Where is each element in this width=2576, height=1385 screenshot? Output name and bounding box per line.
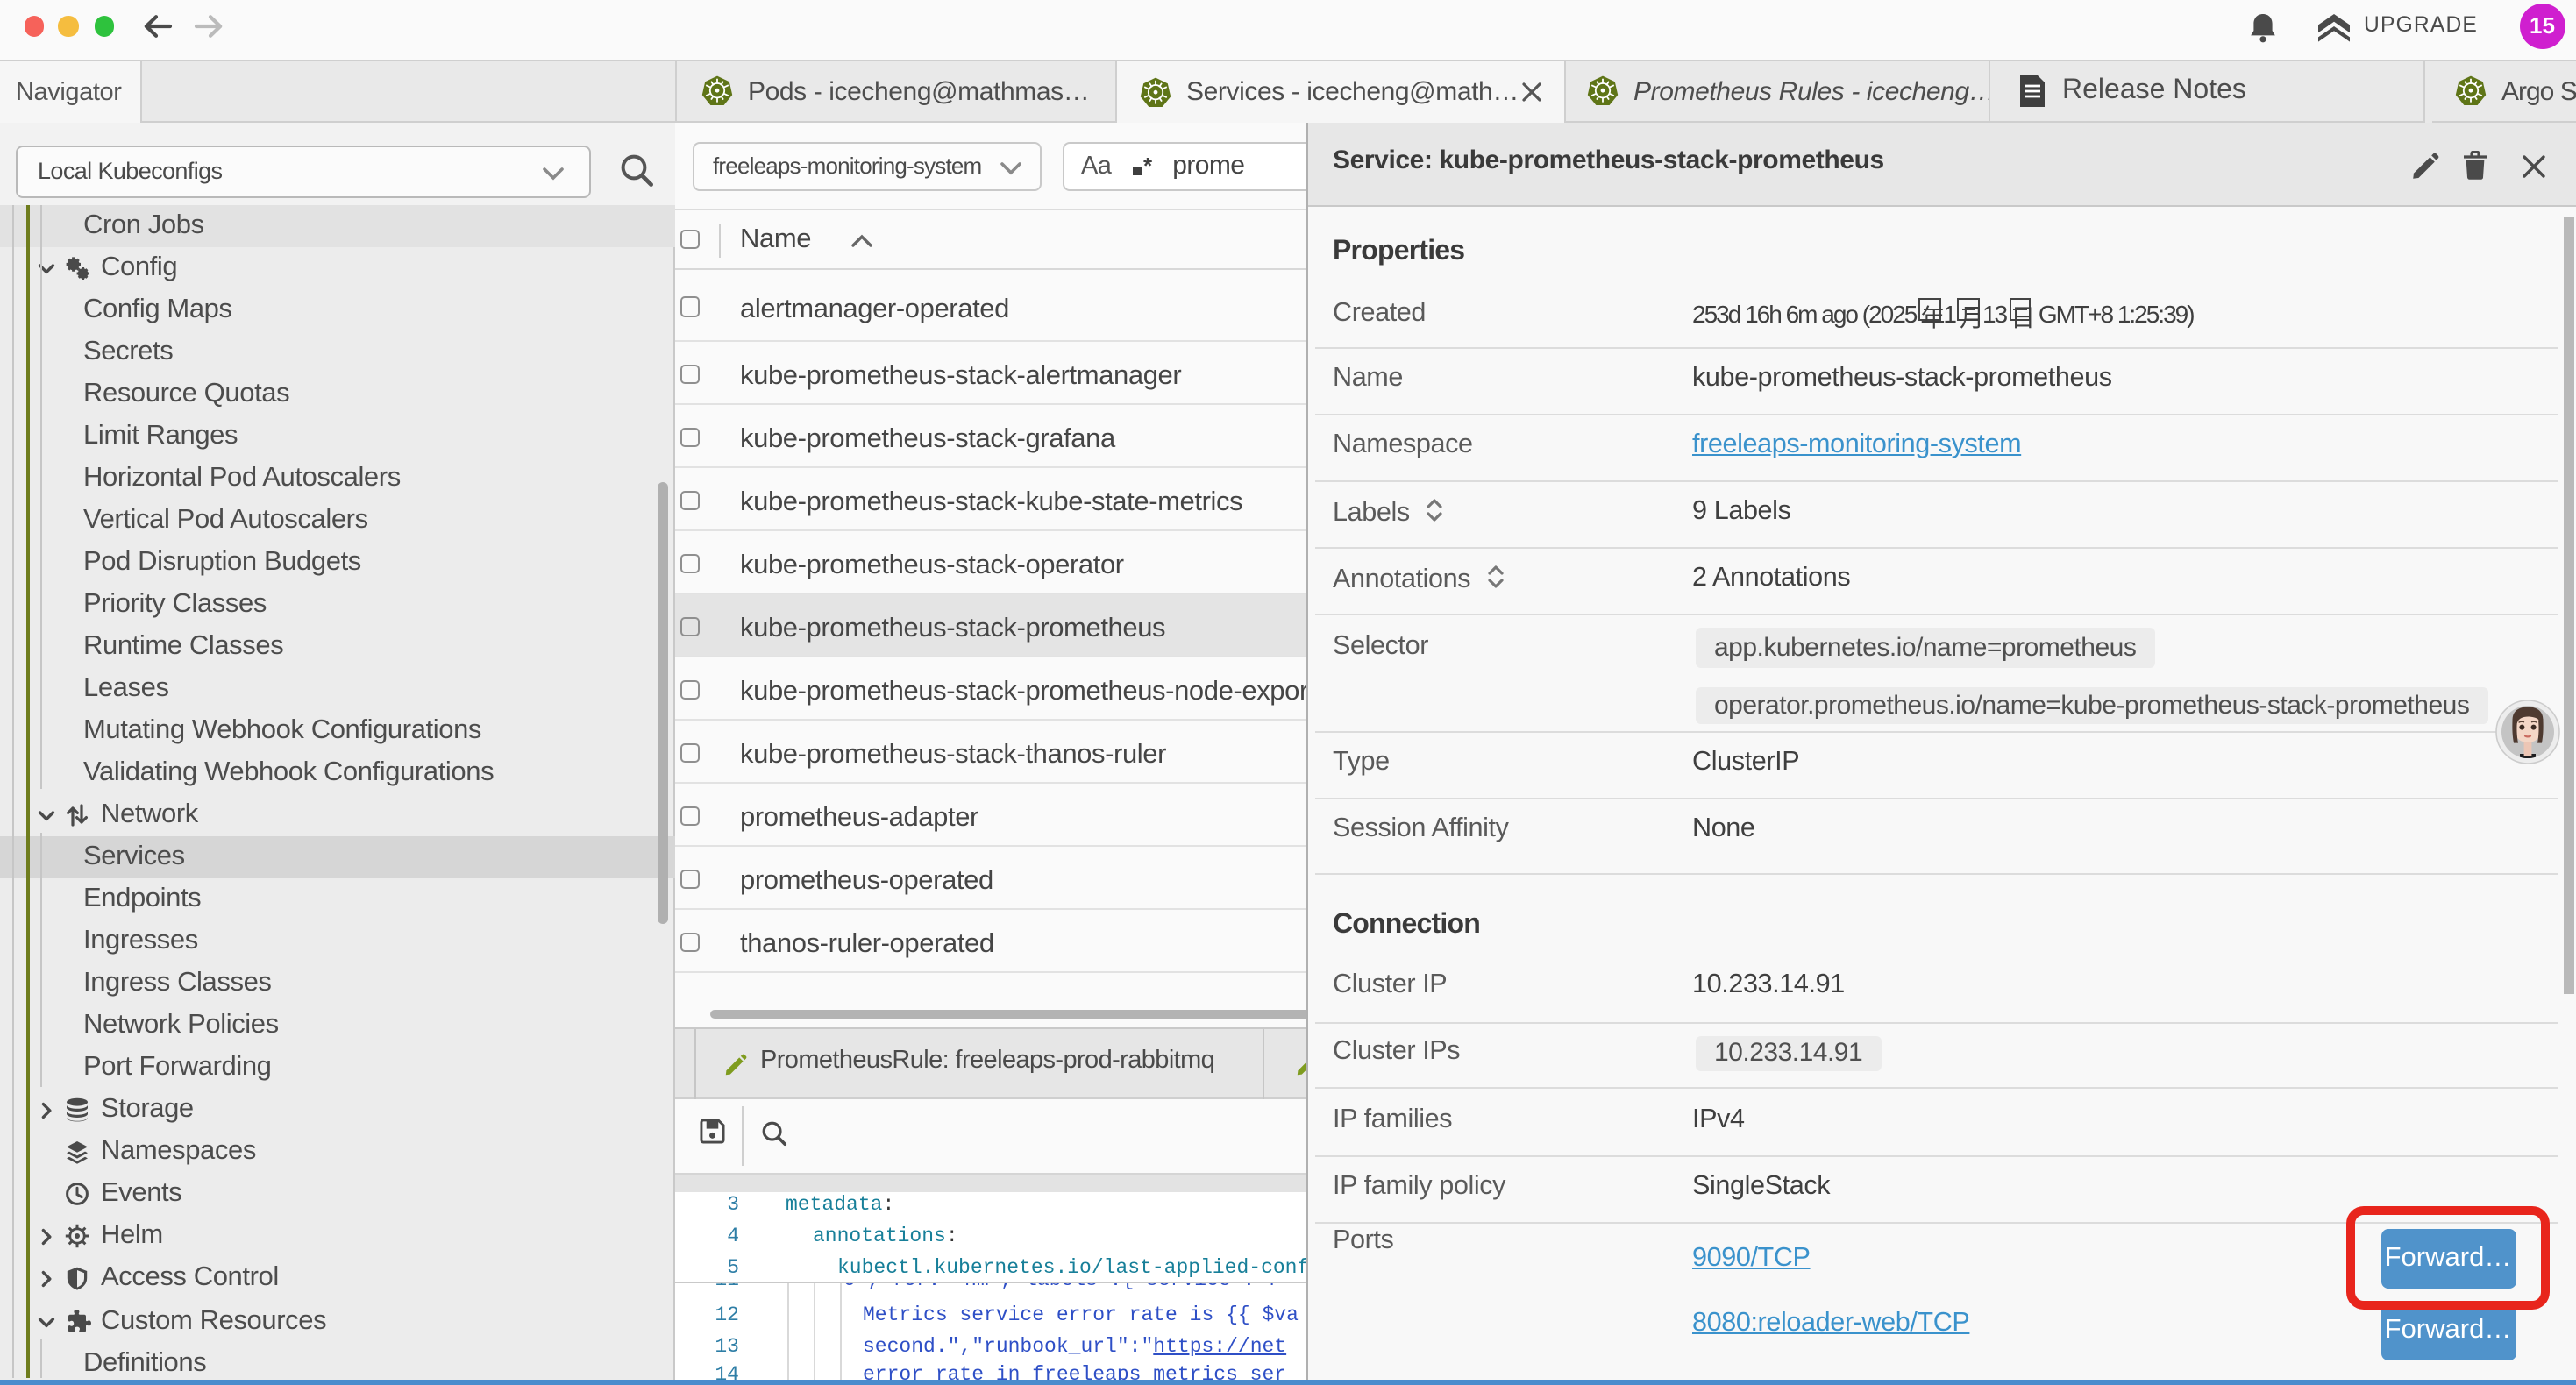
- svg-text:*: *: [1142, 153, 1152, 178]
